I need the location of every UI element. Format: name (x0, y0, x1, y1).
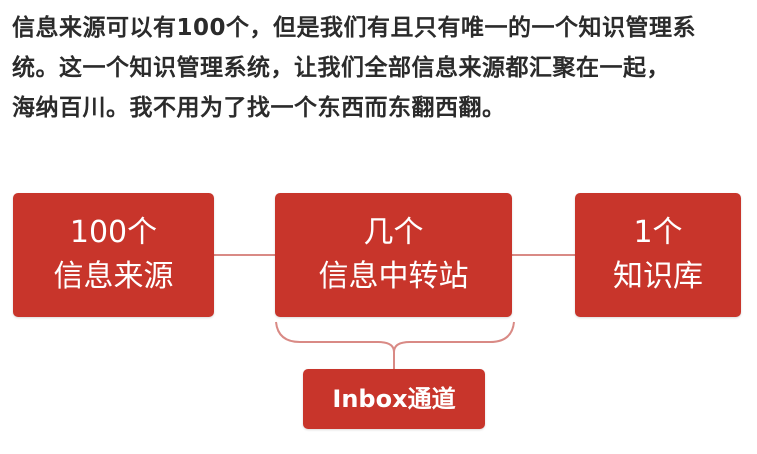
inbox-channel-box: Inbox通道 (303, 369, 485, 429)
transfer-station-box: 几个 信息中转站 (275, 193, 512, 317)
intro-paragraph: 信息来源可以有100个，但是我们有且只有唯一的一个知识管理系 统。这一个知识管理… (12, 8, 747, 128)
intro-line-1: 信息来源可以有100个，但是我们有且只有唯一的一个知识管理系 (12, 15, 697, 41)
knowledge-base-label: 知识库 (613, 259, 703, 294)
sources-box: 100个 信息来源 (13, 193, 214, 317)
sources-count: 100个 (69, 215, 158, 250)
transfer-brace (275, 321, 515, 353)
intro-line-2: 统。这一个知识管理系统，让我们全部信息来源都汇聚在一起， (12, 55, 670, 81)
knowledge-base-box: 1个 知识库 (575, 193, 741, 317)
inbox-label: Inbox通道 (332, 385, 456, 413)
transfer-count: 几个 (363, 215, 424, 250)
sources-label: 信息来源 (53, 259, 174, 294)
knowledge-base-count: 1个 (633, 215, 683, 250)
transfer-label: 信息中转站 (318, 259, 469, 294)
intro-line-3: 海纳百川。我不用为了找一个东西而东翻西翻。 (12, 95, 506, 121)
